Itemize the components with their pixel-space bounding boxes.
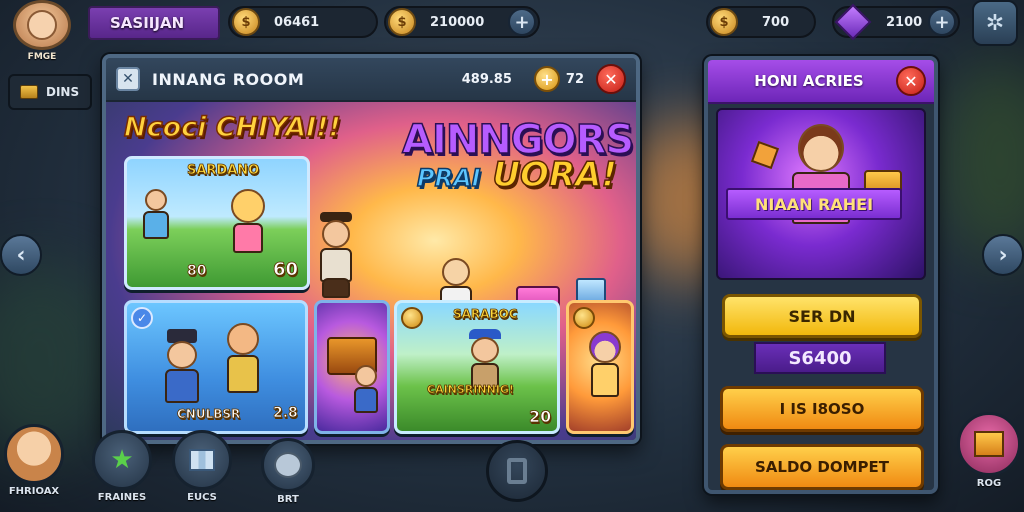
panel-title: INNANG ROOOM: [152, 69, 305, 89]
door-icon: [507, 458, 527, 484]
side-menu-button[interactable]: DINS: [8, 74, 92, 110]
bottom-nav-profile[interactable]: FHRIOAX: [2, 424, 66, 497]
headline-word-a: PRAI: [416, 164, 481, 192]
chevron-left-icon: ‹: [16, 242, 26, 268]
bottom-nav-label: FHRIOAX: [8, 486, 60, 497]
main-room-panel: ✕ INNANG ROOOM 489.85 + 72 ✕ Ncoci CHIYA…: [102, 54, 640, 444]
gem-icon: [834, 3, 872, 41]
settings-button[interactable]: ✲: [972, 0, 1018, 46]
player-avatar[interactable]: FMGE: [8, 0, 76, 64]
primary-offer-button[interactable]: SER DN: [722, 294, 922, 338]
gear-icon: ✲: [985, 10, 1005, 36]
character-kid: [137, 189, 177, 259]
bottom-nav-map[interactable]: EUCS: [170, 430, 234, 503]
offer-panel: HONI ACRIES ✕ NIAAN RAHEI SER DN S6400 I…: [704, 56, 938, 494]
adventure-card-title: SARABOC: [453, 307, 518, 322]
feature-card-left-value: 80: [187, 263, 207, 280]
bottom-nav-pets[interactable]: BRT: [256, 438, 320, 505]
center-action-button[interactable]: [486, 440, 548, 502]
bottom-nav-label: FRAINES: [97, 492, 147, 503]
next-arrow-button[interactable]: ›: [982, 234, 1024, 276]
chevron-right-icon: ›: [998, 242, 1008, 268]
previous-arrow-button[interactable]: ‹: [0, 234, 42, 276]
characters-card-value: 2.8: [273, 405, 299, 422]
background-foliage-right: [940, 60, 1024, 260]
character-tophat: [157, 329, 207, 409]
characters-card-label: CNULBSR: [177, 407, 241, 422]
headline-line-2: PRAI UORA!: [402, 155, 632, 195]
currency-count: 72: [565, 71, 584, 87]
bottom-nav-friends[interactable]: ★ FRAINES: [90, 430, 154, 503]
event-banner: Ncoci CHIYAI!! AINNGORS PRAI UORA! SARDA…: [106, 102, 636, 440]
treasure-card[interactable]: [314, 300, 390, 434]
avatar-icon: [4, 424, 64, 484]
player-name-plate: SASIIJAN: [88, 6, 220, 40]
coin-icon: [401, 307, 423, 329]
close-icon: ✕: [604, 69, 618, 89]
bottom-nav-gifts[interactable]: ROG: [954, 412, 1024, 489]
bottom-nav-label: BRT: [277, 494, 299, 505]
side-menu-label: DINS: [46, 85, 80, 99]
avatar-icon: [13, 0, 71, 50]
coin-icon: $: [710, 8, 738, 36]
close-button[interactable]: ✕: [596, 64, 626, 94]
resource-value: 06461: [274, 14, 320, 30]
headline-line-1: AINNGORS: [401, 117, 635, 163]
offer-panel-title: HONI ACRIES: [754, 72, 864, 90]
coin-icon: [573, 307, 595, 329]
gift-icon: [957, 412, 1021, 476]
coin-icon: $: [388, 8, 416, 36]
offer-price: S6400: [754, 342, 886, 374]
feature-card-right-value: 60: [273, 259, 299, 281]
character-cowboy: [306, 212, 366, 302]
resource-counter-1: $ 06461: [228, 6, 378, 38]
headline-word-b: UORA!: [492, 155, 618, 195]
adventure-card-label: CAINSRINNIG!: [427, 383, 515, 397]
feature-card-title: SARDANO: [187, 163, 260, 179]
resource-value: 210000: [430, 14, 485, 30]
check-icon: ✓: [131, 307, 153, 329]
panel-header: ✕ INNANG ROOOM 489.85 + 72 ✕: [106, 58, 636, 102]
bottom-nav-label: EUCS: [187, 492, 217, 503]
adventure-card[interactable]: SARABOC CAINSRINNIG! 20: [394, 300, 560, 434]
character-boy: [217, 323, 269, 407]
resource-counter-2: $ 210000 +: [384, 6, 540, 38]
offer-panel-header: HONI ACRIES ✕: [708, 60, 934, 104]
card-icon: [750, 140, 780, 170]
character-girl: [221, 189, 275, 269]
characters-card[interactable]: ✓ CNULBSR 2.8: [124, 300, 308, 434]
character-small: [349, 365, 383, 419]
character-purple-hair: [583, 331, 627, 411]
chest-icon: [20, 85, 38, 99]
add-resource-button[interactable]: +: [508, 8, 536, 36]
resource-counter-3: $ 700: [706, 6, 816, 38]
coin-icon: $: [232, 8, 260, 36]
close-icon: ✕: [904, 71, 918, 91]
banner-headline: AINNGORS PRAI UORA!: [401, 117, 635, 195]
add-currency-button[interactable]: +: [533, 66, 560, 92]
offer-ribbon: NIAAN RAHEI: [726, 188, 902, 220]
room-icon: ✕: [116, 67, 140, 91]
bottom-nav-label: ROG: [976, 478, 1002, 489]
resource-value: 700: [762, 14, 790, 30]
secondary-offer-button[interactable]: I IS I8OSO: [720, 386, 924, 432]
avatar-label: FMGE: [27, 52, 57, 62]
banner-title: Ncoci CHIYAI!!: [123, 111, 341, 144]
feature-card[interactable]: SARDANO 80 60: [124, 156, 310, 290]
bear-icon: [261, 438, 315, 492]
hero-card[interactable]: [566, 300, 634, 434]
adventure-card-value: 20: [529, 407, 552, 427]
resource-counter-4: 2100 +: [832, 3, 960, 41]
add-gems-button[interactable]: +: [928, 8, 956, 36]
resource-value: 2100: [886, 14, 923, 30]
close-button[interactable]: ✕: [896, 66, 926, 96]
panel-score: 489.85: [461, 71, 512, 87]
map-icon: [172, 430, 232, 490]
star-icon: ★: [92, 430, 152, 490]
wallet-balance-button[interactable]: SALDO DOMPET: [720, 444, 924, 490]
